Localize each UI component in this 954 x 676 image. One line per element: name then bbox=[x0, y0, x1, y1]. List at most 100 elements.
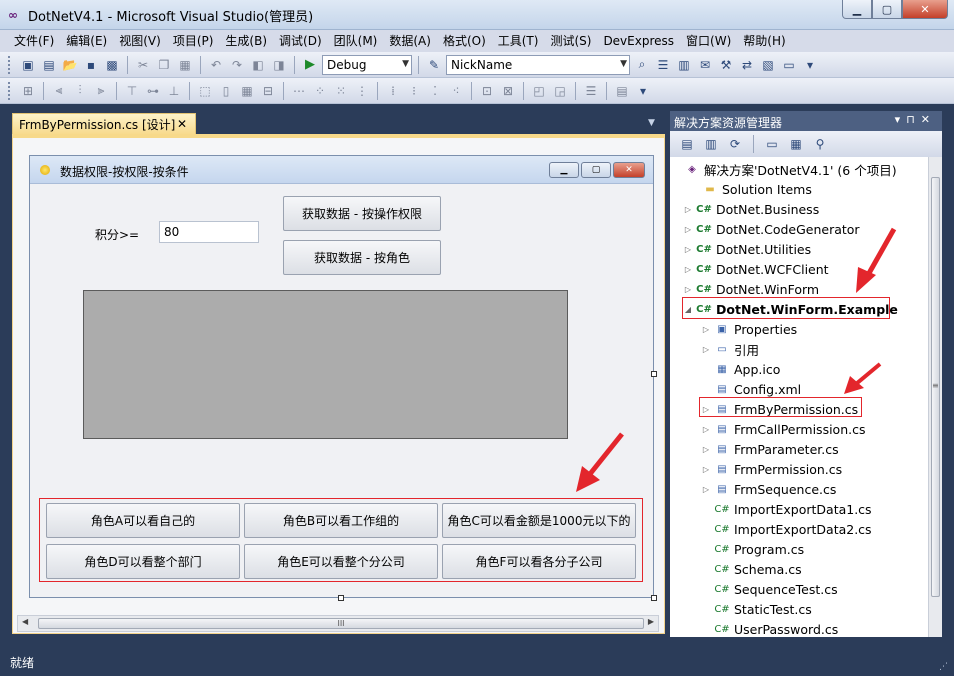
designed-form[interactable]: 数据权限-按权限-按条件 ▁ ▢ ✕ 积分>= 80 获取数据 - 按操作权限 … bbox=[29, 155, 654, 598]
menu-file[interactable]: 文件(F) bbox=[8, 31, 60, 51]
tree-item-file[interactable]: ▷ ▤ FrmPermission.cs bbox=[700, 459, 842, 479]
tree-item-file[interactable]: C# ImportExportData1.cs bbox=[700, 499, 871, 519]
menu-build[interactable]: 生成(B) bbox=[219, 31, 273, 51]
start-page-icon[interactable]: ⇄ bbox=[738, 56, 756, 74]
vertical-spacing-decrease-icon[interactable]: ⁚ bbox=[426, 82, 444, 100]
data-grid[interactable] bbox=[83, 290, 568, 439]
tree-item-project[interactable]: ▷ C# DotNet.WinForm bbox=[682, 279, 819, 299]
resize-handle-bottom[interactable] bbox=[338, 595, 344, 601]
align-lefts-icon[interactable]: ⫷ bbox=[50, 82, 68, 100]
role-b-button[interactable]: 角色B可以看工作组的 bbox=[244, 503, 438, 538]
tree-item-file[interactable]: C# SequenceTest.cs bbox=[700, 579, 837, 599]
resize-grip-icon[interactable]: ⋰ bbox=[939, 662, 948, 672]
horizontal-spacing-remove-icon[interactable]: ⋮ bbox=[353, 82, 371, 100]
scroll-thumb[interactable]: III bbox=[38, 618, 644, 629]
make-same-height-icon[interactable]: ▯ bbox=[217, 82, 235, 100]
tree-item-project[interactable]: ▷ C# DotNet.Utilities bbox=[682, 239, 811, 259]
tree-item-file[interactable]: ▦ App.ico bbox=[700, 359, 780, 379]
make-same-size-icon[interactable]: ▦ bbox=[238, 82, 256, 100]
properties-window-icon[interactable]: ☰ bbox=[654, 56, 672, 74]
resize-handle-right[interactable] bbox=[651, 371, 657, 377]
expand-icon[interactable]: ▷ bbox=[682, 265, 694, 274]
form-minimize-button[interactable]: ▁ bbox=[549, 162, 579, 178]
add-item-icon[interactable]: ▤ bbox=[40, 56, 58, 74]
open-file-icon[interactable]: 📂 bbox=[61, 56, 79, 74]
get-data-by-role-button[interactable]: 获取数据 - 按角色 bbox=[283, 240, 441, 275]
show-all-files-icon[interactable]: ▥ bbox=[702, 135, 720, 153]
horizontal-spacing-equal-icon[interactable]: ⋯ bbox=[290, 82, 308, 100]
tree-item-solution[interactable]: ◈ 解决方案'DotNetV4.1' (6 个项目) bbox=[670, 159, 896, 179]
tree-item-file[interactable]: C# ImportExportData2.cs bbox=[700, 519, 871, 539]
role-f-button[interactable]: 角色F可以看各分子公司 bbox=[442, 544, 636, 579]
expand-icon[interactable]: ▷ bbox=[682, 285, 694, 294]
tree-item-properties[interactable]: ▷ ▣ Properties bbox=[700, 319, 797, 339]
navigate-back-icon[interactable]: ◧ bbox=[249, 56, 267, 74]
view-designer-icon[interactable]: ▦ bbox=[787, 135, 805, 153]
align-to-grid-icon[interactable]: ⊞ bbox=[19, 82, 37, 100]
extension-manager-icon[interactable]: ⚒ bbox=[717, 56, 735, 74]
tree-item-project[interactable]: ▷ C# DotNet.WCFClient bbox=[682, 259, 829, 279]
role-c-button[interactable]: 角色C可以看金额是1000元以下的 bbox=[442, 503, 636, 538]
expand-icon[interactable]: ▷ bbox=[700, 485, 712, 494]
maximize-button[interactable]: ▢ bbox=[872, 0, 902, 19]
align-rights-icon[interactable]: ⫸ bbox=[92, 82, 110, 100]
bring-to-front-icon[interactable]: ◰ bbox=[530, 82, 548, 100]
command-window-icon[interactable]: ▭ bbox=[780, 56, 798, 74]
object-browser-icon[interactable]: ▥ bbox=[675, 56, 693, 74]
menu-data[interactable]: 数据(A) bbox=[383, 31, 437, 51]
toolbar-grip[interactable] bbox=[8, 81, 12, 100]
center-vertically-icon[interactable]: ⊠ bbox=[499, 82, 517, 100]
align-middles-icon[interactable]: ⊶ bbox=[144, 82, 162, 100]
paste-icon[interactable]: ▦ bbox=[176, 56, 194, 74]
navigate-forward-icon[interactable]: ◨ bbox=[270, 56, 288, 74]
undo-icon[interactable]: ↶ bbox=[207, 56, 225, 74]
active-files-dropdown-icon[interactable]: ▼ bbox=[648, 118, 655, 128]
form-close-button[interactable]: ✕ bbox=[613, 162, 645, 178]
horizontal-spacing-increase-icon[interactable]: ⁘ bbox=[311, 82, 329, 100]
save-all-icon[interactable]: ▩ bbox=[103, 56, 121, 74]
tree-item-references[interactable]: ▷ ▭ 引用 bbox=[700, 339, 759, 359]
tree-item-file[interactable]: C# Program.cs bbox=[700, 539, 804, 559]
horizontal-spacing-decrease-icon[interactable]: ⁙ bbox=[332, 82, 350, 100]
role-d-button[interactable]: 角色D可以看整个部门 bbox=[46, 544, 240, 579]
toolbar-options-icon[interactable]: ▾ bbox=[634, 82, 652, 100]
solution-explorer-scrollbar[interactable]: ≡ bbox=[928, 157, 942, 637]
view-class-diagram-icon[interactable]: ⚲ bbox=[811, 135, 829, 153]
properties-icon[interactable]: ▤ bbox=[678, 135, 696, 153]
send-to-back-icon[interactable]: ◲ bbox=[551, 82, 569, 100]
tree-item-file[interactable]: ▤ Config.xml bbox=[700, 379, 801, 399]
toolbox-icon[interactable]: ✉ bbox=[696, 56, 714, 74]
panel-controls[interactable]: ▾⊓✕ bbox=[895, 113, 936, 126]
form-maximize-button[interactable]: ▢ bbox=[581, 162, 611, 178]
score-input[interactable]: 80 bbox=[159, 221, 259, 243]
copy-icon[interactable]: ❐ bbox=[155, 56, 173, 74]
scroll-right-icon[interactable]: ▶ bbox=[648, 617, 654, 626]
tab-frmbypermission-design[interactable]: FrmByPermission.cs [设计] ✕ bbox=[12, 113, 196, 135]
menu-debug[interactable]: 调试(D) bbox=[273, 31, 328, 51]
menu-format[interactable]: 格式(O) bbox=[437, 31, 492, 51]
tree-item-project[interactable]: ▷ C# DotNet.CodeGenerator bbox=[682, 219, 860, 239]
get-data-by-operation-button[interactable]: 获取数据 - 按操作权限 bbox=[283, 196, 441, 231]
refresh-icon[interactable]: ⟳ bbox=[726, 135, 744, 153]
role-a-button[interactable]: 角色A可以看自己的 bbox=[46, 503, 240, 538]
expand-icon[interactable]: ▷ bbox=[682, 245, 694, 254]
align-tops-icon[interactable]: ⊤ bbox=[123, 82, 141, 100]
expand-icon[interactable]: ▷ bbox=[700, 425, 712, 434]
vertical-spacing-equal-icon[interactable]: ⁞ bbox=[384, 82, 402, 100]
save-icon[interactable]: ▪ bbox=[82, 56, 100, 74]
menu-edit[interactable]: 编辑(E) bbox=[60, 31, 113, 51]
start-debugging-icon[interactable]: ▶ bbox=[301, 56, 319, 74]
expand-icon[interactable]: ▷ bbox=[700, 345, 712, 354]
resize-handle-corner[interactable] bbox=[651, 595, 657, 601]
view-code-icon[interactable]: ▭ bbox=[763, 135, 781, 153]
solution-explorer-icon[interactable]: ⌕ bbox=[633, 56, 651, 74]
new-project-icon[interactable]: ▣ bbox=[19, 56, 37, 74]
tree-item-file[interactable]: ▷ ▤ FrmSequence.cs bbox=[700, 479, 836, 499]
tree-item-file[interactable]: C# Schema.cs bbox=[700, 559, 801, 579]
menu-view[interactable]: 视图(V) bbox=[113, 31, 167, 51]
tree-item-file[interactable]: ▷ ▤ FrmCallPermission.cs bbox=[700, 419, 866, 439]
tree-item-file[interactable]: C# StaticTest.cs bbox=[700, 599, 811, 619]
tree-item-file[interactable]: ▷ ▤ FrmParameter.cs bbox=[700, 439, 839, 459]
vertical-spacing-remove-icon[interactable]: ⁖ bbox=[447, 82, 465, 100]
center-horizontally-icon[interactable]: ⊡ bbox=[478, 82, 496, 100]
